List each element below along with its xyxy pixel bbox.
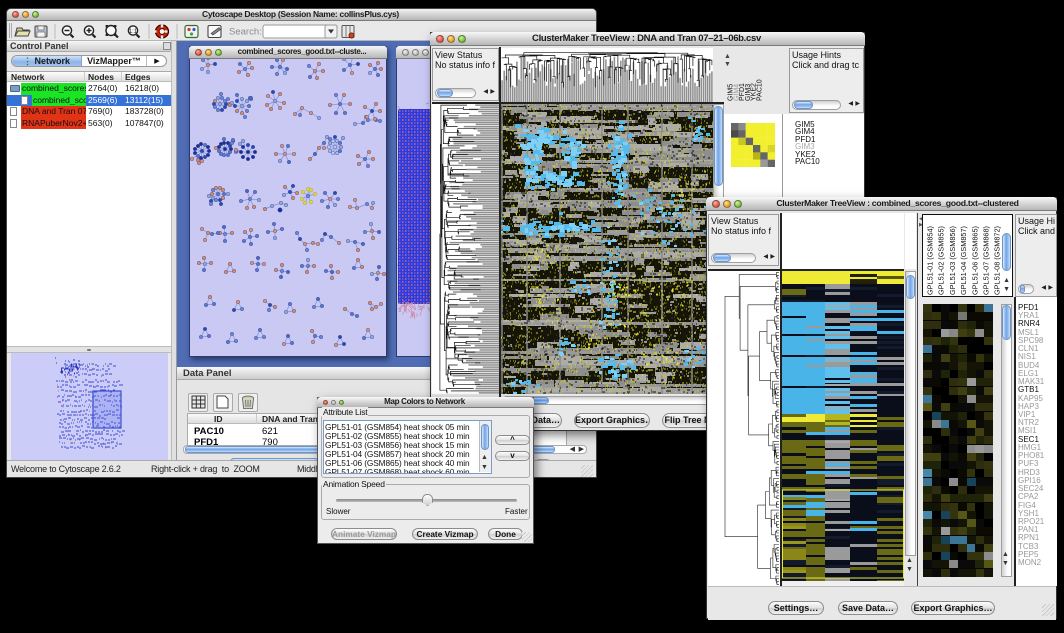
svg-text:GPL51-01 (GSM854): GPL51-01 (GSM854) [926,226,935,295]
svg-text:1:1: 1:1 [129,29,138,35]
svg-text:GPL51-07 (GSM868): GPL51-07 (GSM868) [982,226,991,295]
svg-text:GPL51-03 (GSM856): GPL51-03 (GSM856) [948,226,957,295]
svg-text:GPL51-06 (GSM865): GPL51-06 (GSM865) [970,226,979,295]
svg-text:GPL51-04 (GSM857): GPL51-04 (GSM857) [959,226,968,295]
svg-text:GPL51-08 (GSM872): GPL51-08 (GSM872) [993,226,1002,295]
svg-text:Search:: Search: [229,27,262,38]
svg-text:GPL51-02 (GSM855): GPL51-02 (GSM855) [937,226,946,295]
